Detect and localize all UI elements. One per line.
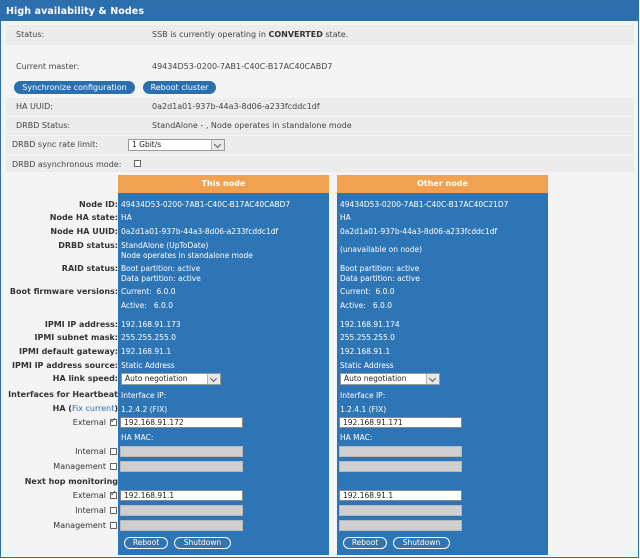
other-node-fw-active: Active: 6.0.0 [340,301,392,310]
nh-management-label: Management [53,521,106,530]
next-hop-label: Next hop monitoring [24,477,118,486]
this-node-ha-mac-label: HA MAC: [121,433,154,442]
other-node-nh-external-input[interactable]: 192.168.91.1 [339,490,462,501]
other-node-drbd-line1: (unavailable on node) [340,245,423,254]
other-node-interface-ip-label: Interface IP: [340,391,386,400]
this-node-nh-management-input[interactable] [120,520,243,531]
reboot-cluster-button[interactable]: Reboot cluster [143,81,216,94]
fix-current-link[interactable]: Fix current [72,404,114,413]
ipmi-subnet-label: IPMI subnet mask: [34,333,119,342]
chevron-down-icon [211,140,224,150]
this-node-shutdown-button[interactable]: Shutdown [174,537,231,549]
this-node-fw-active: Active: 6.0.0 [121,301,173,310]
this-node-fw-current: Current: 6.0.0 [121,287,176,296]
this-node-ha-state: HA [121,213,132,222]
other-node-nh-management-input[interactable] [339,520,462,531]
hb-internal-checkbox[interactable] [110,448,117,455]
node-labels-column: Node ID: Node HA state: Node HA UUID: DR… [6,1,118,559]
this-node-ipmi-gateway: 192.168.91.1 [121,347,172,356]
chevron-down-icon [426,374,439,384]
nh-external-label: External [72,491,106,500]
this-node-link-speed-select[interactable]: Auto negotiation [121,373,221,385]
this-node-raid-line1: Boot partition: active [121,264,201,273]
node-id-label: Node ID: [79,200,118,209]
this-node-nh-internal-input[interactable] [120,505,243,516]
other-node-ipmi-subnet: 255.255.255.0 [340,333,395,342]
drbd-async-checkbox[interactable] [134,160,141,167]
this-node-interface-ip: 1.2.4.2 (FIX) [121,405,168,414]
other-node-ha-state: HA [340,213,351,222]
hb-external-label: External [72,418,106,427]
chevron-down-icon [207,374,220,384]
nh-management-checkbox[interactable] [110,522,117,529]
this-node-reboot-button[interactable]: Reboot [124,537,168,549]
other-node-nh-internal-input[interactable] [339,505,462,516]
other-node-fw-current: Current: 6.0.0 [340,287,395,296]
this-node-interface-ip-label: Interface IP: [121,391,167,400]
other-node-reboot-button[interactable]: Reboot [343,537,387,549]
other-node-shutdown-button[interactable]: Shutdown [393,537,450,549]
node-ha-state-label: Node HA state: [49,213,118,222]
other-node-link-speed-select[interactable]: Auto negotiation [340,373,440,385]
this-node-column: This node 49434D53-0200-7AB1-C40C-B17AC4… [118,175,329,555]
this-node-drbd-line2: Node operates in standalone mode [121,251,253,260]
ipmi-source-label: IPMI IP address source: [12,361,118,370]
this-node-ipmi-subnet: 255.255.255.0 [121,333,176,342]
other-node-raid-line2: Data partition: active [340,274,420,283]
other-node-ipmi-source: Static Address [340,361,394,370]
this-node-hb-management-input[interactable] [120,461,243,472]
other-node-column: Other node 49434D53-0200-7AB1-C40C-B17AC… [337,175,548,555]
other-node-ha-mac-label: HA MAC: [340,433,373,442]
interfaces-heartbeat-label: Interfaces for Heartbeat [8,390,118,399]
other-node-id: 49434D53-0200-7AB1-C40C-B17AC40C21D7 [340,200,509,209]
this-node-drbd-line1: StandAlone (UpToDate) [121,241,209,250]
hb-management-checkbox[interactable] [110,463,117,470]
this-node-ipmi-source: Static Address [121,361,175,370]
ha-nodes-panel: High availability & Nodes Status: SSB is… [0,0,639,558]
drbd-sync-rate-select[interactable]: 1 Gbit/s [128,139,225,151]
status-value: SSB is currently operating in CONVERTED … [152,30,349,39]
raid-status-label: RAID status: [61,264,118,273]
nh-internal-checkbox[interactable] [110,507,117,514]
drbd-status-node-label: DRBD status: [58,241,118,250]
hb-internal-label: Internal [75,447,106,456]
this-node-id: 49434D53-0200-7AB1-C40C-B17AC40CABD7 [121,200,291,209]
nh-internal-label: Internal [75,506,106,515]
drbd-sync-rate-value: 1 Gbit/s [132,140,162,149]
hb-management-label: Management [53,462,106,471]
this-node-nh-external-input[interactable]: 192.168.91.1 [120,490,243,501]
other-node-ipmi-gateway: 192.168.91.1 [340,347,391,356]
this-node-link-speed-value: Auto negotiation [125,374,188,383]
other-node-hb-external-input[interactable]: 192.168.91.171 [339,417,462,428]
other-node-title: Other node [337,175,548,193]
this-node-hb-external-input[interactable]: 192.168.91.172 [120,417,243,428]
nh-external-checkbox[interactable] [110,489,117,499]
ipmi-ip-label: IPMI IP address: [44,320,118,329]
this-node-ipmi-ip: 192.168.91.173 [121,320,181,329]
this-node-raid-line2: Data partition: active [121,274,201,283]
other-node-link-speed-value: Auto negotiation [344,374,407,383]
ipmi-gateway-label: IPMI default gateway: [19,347,118,356]
other-node-interface-ip: 1.2.4.1 (FIX) [340,405,387,414]
other-node-ha-uuid: 0a2d1a01-937b-44a3-8d06-a233fcddc1df [340,227,498,236]
this-node-hb-internal-input[interactable] [120,446,243,457]
ha-fix-current-label: HA (Fix current) [52,404,118,413]
hb-external-checkbox[interactable] [110,416,117,426]
ha-uuid-value: 0a2d1a01-937b-44a3-8d06-a233fcddc1df [152,102,320,111]
current-master-value: 49434D53-0200-7AB1-C40C-B17AC40CABD7 [152,62,333,71]
other-node-raid-line1: Boot partition: active [340,264,420,273]
other-node-ipmi-ip: 192.168.91.174 [340,320,400,329]
drbd-status-value: StandAlone - , Node operates in standalo… [152,121,352,130]
ha-link-speed-label: HA link speed: [52,374,118,383]
boot-firmware-label: Boot firmware versions: [9,287,118,296]
this-node-title: This node [118,175,329,193]
this-node-ha-uuid: 0a2d1a01-937b-44a3-8d06-a233fcddc1df [121,227,279,236]
other-node-hb-internal-input[interactable] [339,446,462,457]
node-ha-uuid-label: Node HA UUID: [50,227,118,236]
other-node-hb-management-input[interactable] [339,461,462,472]
